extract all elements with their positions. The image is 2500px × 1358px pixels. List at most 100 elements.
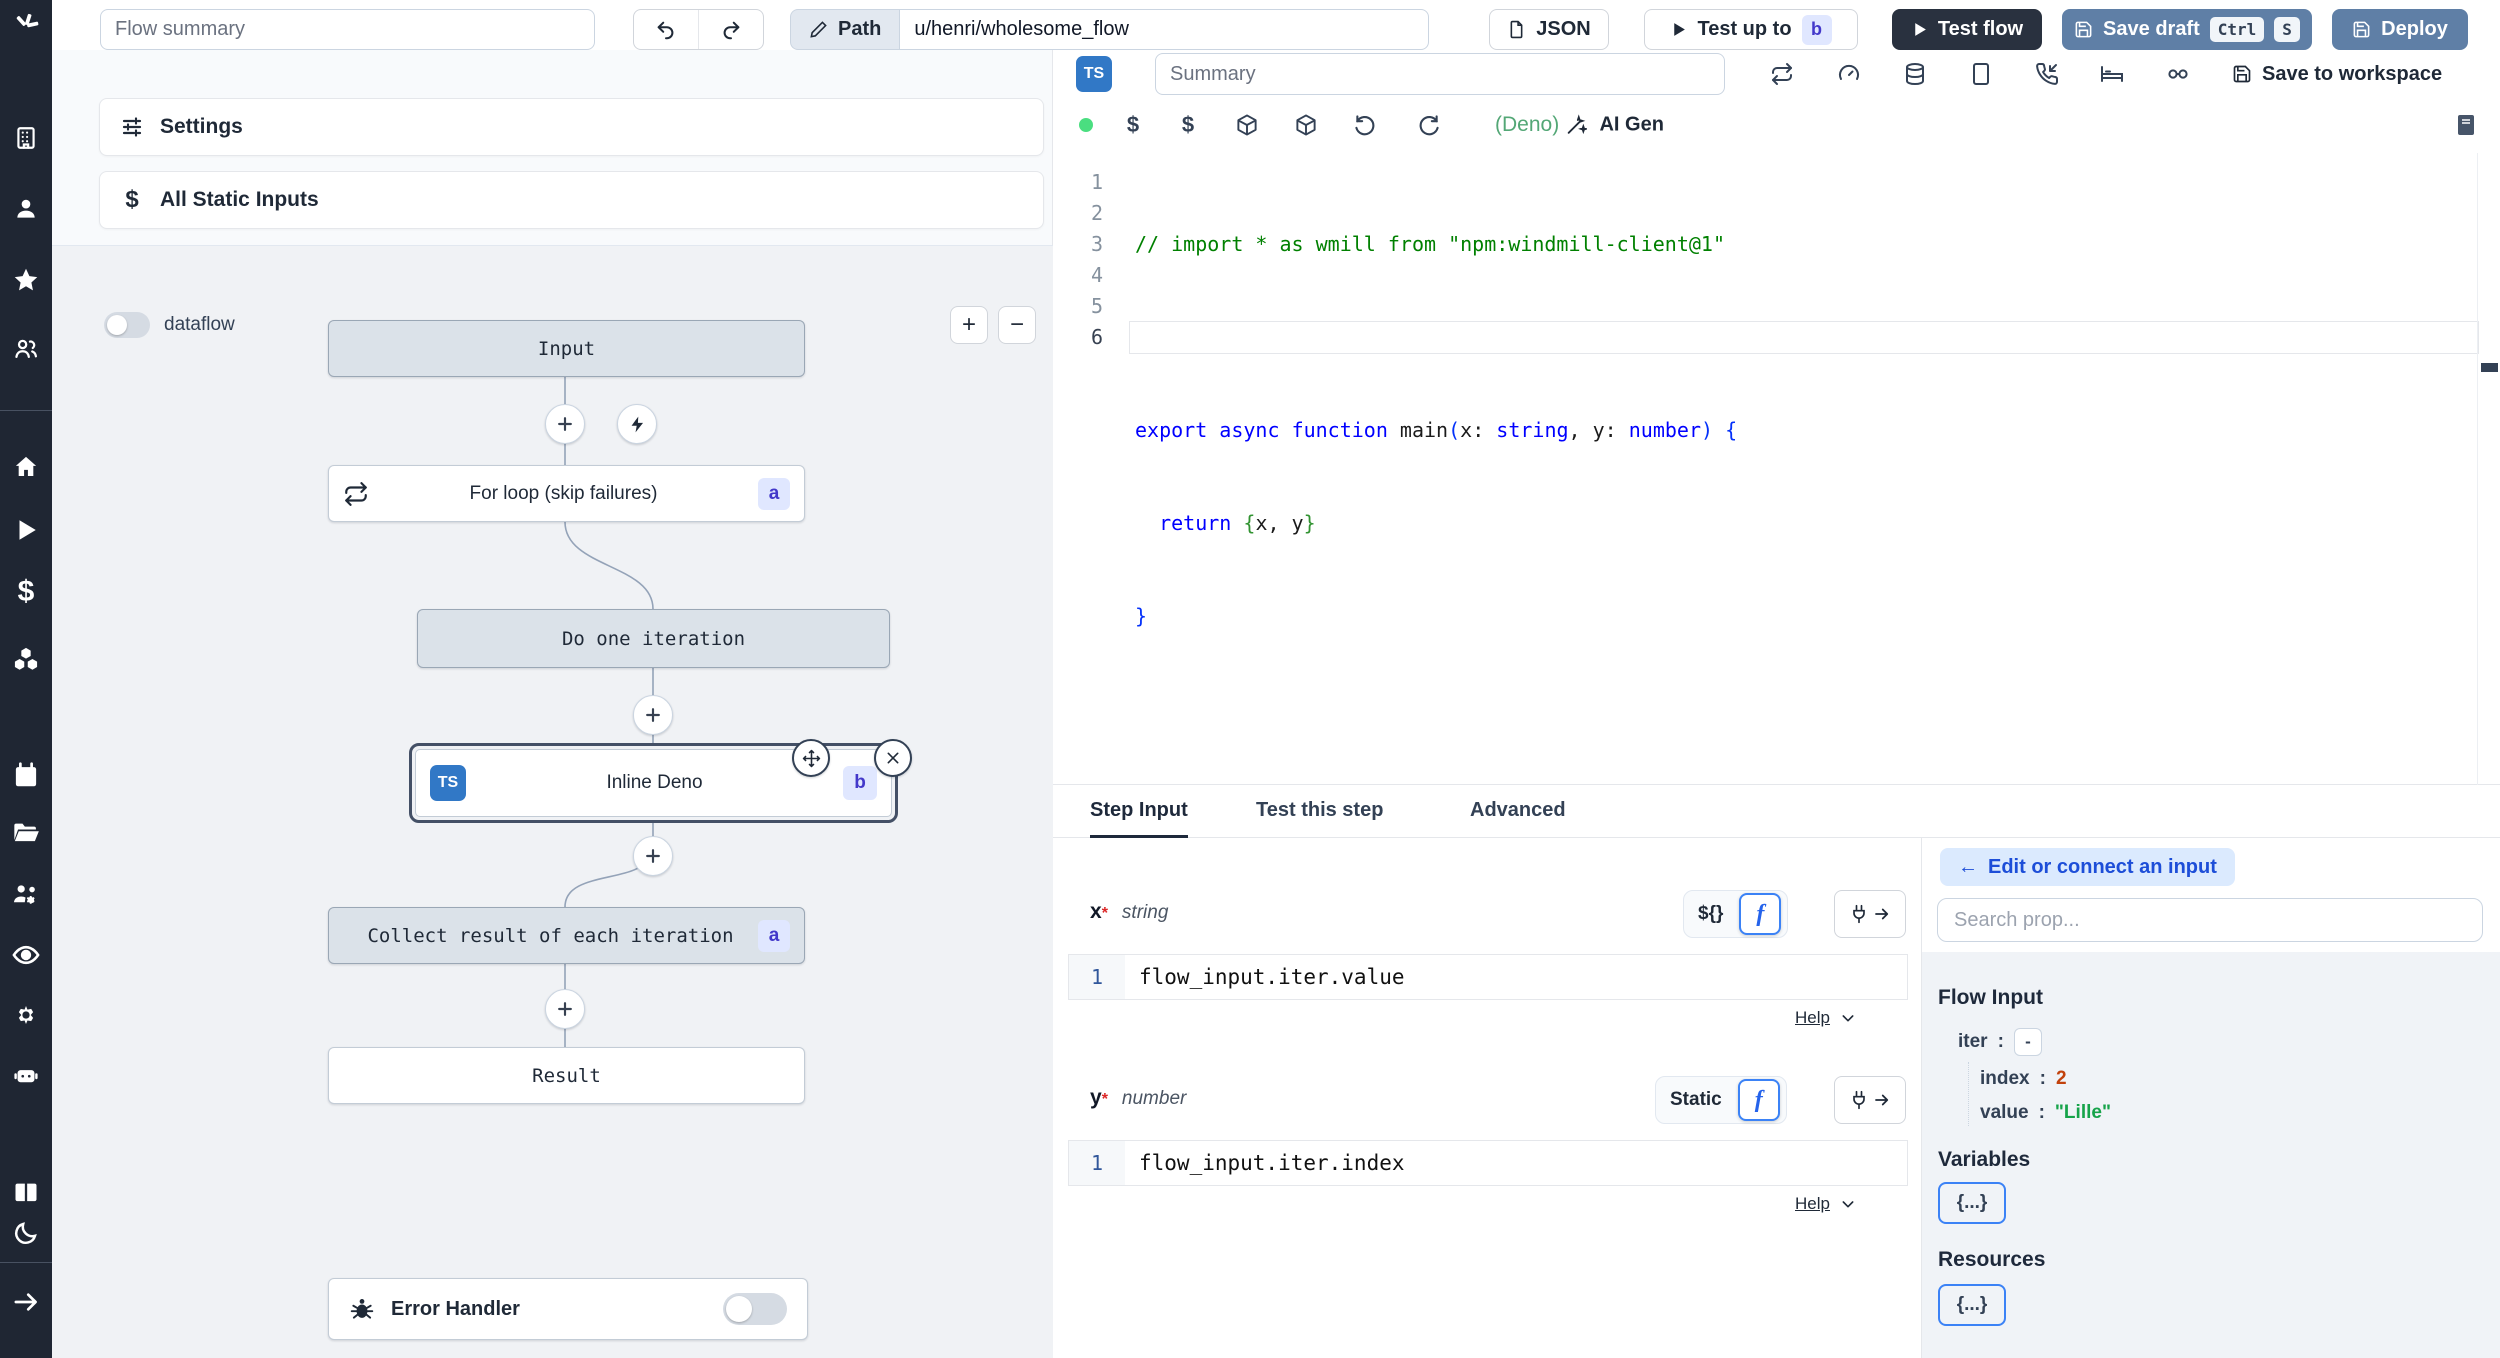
node-for-loop[interactable]: For loop (skip failures) a (328, 465, 805, 522)
trigger-bolt-button[interactable] (617, 404, 657, 444)
tab-test-this-step[interactable]: Test this step (1256, 785, 1383, 835)
timeout-gauge-icon[interactable] (1837, 62, 1861, 86)
close-icon (887, 752, 899, 764)
node-collect-result[interactable]: Collect result of each iteration a (328, 907, 805, 964)
node-result[interactable]: Result (328, 1047, 805, 1104)
x-mode-javascript[interactable]: f (1739, 893, 1782, 935)
package-icon[interactable] (1295, 114, 1318, 137)
redo-button[interactable] (699, 10, 763, 49)
x-mode-template[interactable]: ${} (1690, 903, 1731, 925)
test-flow-button[interactable]: Test flow (1892, 9, 2042, 50)
add-step-button[interactable] (545, 989, 585, 1029)
x-connect-button[interactable] (1834, 890, 1906, 938)
user-icon[interactable] (13, 196, 39, 222)
retries-repeat-icon[interactable] (1770, 62, 1794, 86)
x-help-link[interactable]: Help (1795, 1008, 1856, 1028)
save-draft-button[interactable]: Save draft Ctrl S (2062, 9, 2312, 50)
step-toolbar (1760, 53, 2220, 95)
groups-icon[interactable] (13, 336, 40, 363)
y-expression-editor[interactable]: 1 flow_input.iter.index (1068, 1140, 1908, 1186)
add-step-button[interactable] (633, 836, 673, 876)
zoom-in-button[interactable]: + (950, 306, 988, 344)
node-input[interactable]: Input (328, 320, 805, 377)
props-panel: ← Edit or connect an input Flow Input it… (1921, 838, 2500, 1358)
error-handler-row[interactable]: Error Handler (328, 1278, 808, 1340)
save-to-workspace-button[interactable]: Save to workspace (2232, 53, 2442, 95)
resources-cubes-icon[interactable] (12, 645, 40, 673)
add-step-button[interactable] (633, 695, 673, 735)
suspend-phone-icon[interactable] (2035, 62, 2059, 86)
y-help-link[interactable]: Help (1795, 1194, 1856, 1214)
node-do-one-iteration[interactable]: Do one iteration (417, 609, 890, 668)
error-handler-toggle[interactable] (723, 1293, 787, 1325)
workspace-icon[interactable] (13, 125, 39, 151)
audit-eye-icon[interactable] (12, 941, 41, 970)
search-prop-input[interactable] (1937, 898, 2483, 942)
field-x-label: x* string (1090, 900, 1169, 923)
dark-mode-moon-icon[interactable] (13, 1220, 40, 1247)
zoom-out-button[interactable]: − (998, 306, 1036, 344)
home-icon[interactable] (13, 454, 40, 481)
add-step-button[interactable] (545, 404, 585, 444)
schedules-calendar-icon[interactable] (13, 762, 40, 789)
concurrency-square-icon[interactable] (1970, 62, 1992, 86)
x-expression-editor[interactable]: 1 flow_input.iter.value (1068, 954, 1908, 1000)
overview-ruler[interactable] (2477, 153, 2500, 785)
expand-arrow-icon[interactable] (13, 1289, 40, 1316)
cache-database-icon[interactable] (1903, 62, 1927, 86)
node-badge-a: a (758, 919, 790, 952)
tab-advanced[interactable]: Advanced (1470, 785, 1566, 835)
y-mode-static[interactable]: Static (1662, 1089, 1730, 1111)
iter-collapse-chip: - (2013, 1028, 2042, 1056)
reset-undo-icon[interactable] (1355, 114, 1378, 137)
delete-node-button[interactable] (874, 739, 912, 777)
all-static-inputs-button[interactable]: $ All Static Inputs (99, 171, 1044, 229)
y-connect-button[interactable] (1834, 1076, 1906, 1124)
reload-icon[interactable] (1417, 114, 1440, 137)
path-input[interactable] (899, 9, 1430, 50)
json-button[interactable]: JSON (1489, 9, 1609, 50)
variables-dollar-icon[interactable]: $ (18, 575, 35, 609)
flow-summary-input[interactable] (100, 9, 595, 50)
runs-play-icon[interactable] (13, 517, 39, 543)
tree-row-index[interactable]: index: 2 (1980, 1068, 2067, 1090)
workers-users-gear-icon[interactable] (12, 881, 41, 910)
deno-runtime-label[interactable]: (Deno) (1495, 113, 1559, 137)
plus-icon (646, 708, 660, 722)
context-var-icon[interactable]: $ (1182, 112, 1194, 138)
windmill-flow-editor: $ Flow summary Path u/henri/wholesome_fl… (0, 0, 2500, 1358)
step-summary-input[interactable] (1155, 53, 1725, 95)
chevron-down-icon (1842, 1015, 1854, 1022)
rail-divider-bottom (0, 1262, 52, 1263)
settings-gear-icon[interactable] (12, 1001, 41, 1030)
library-book-icon[interactable] (2455, 113, 2477, 137)
mock-cassette-icon[interactable] (2165, 62, 2191, 86)
deploy-button[interactable]: Deploy (2332, 9, 2468, 50)
variables-object-chip[interactable]: {...} (1938, 1182, 2006, 1224)
code-editor[interactable]: 1 2 3 4 5 6 // import * as wmill from "n… (1053, 153, 2500, 785)
env-var-icon[interactable]: $ (1127, 112, 1139, 138)
y-mode-javascript[interactable]: f (1737, 1079, 1780, 1121)
typescript-icon: TS (1076, 56, 1112, 92)
package-icon[interactable] (1236, 114, 1259, 137)
tab-step-input[interactable]: Step Input (1090, 785, 1188, 838)
undo-button[interactable] (634, 10, 699, 49)
docs-book-icon[interactable] (12, 1179, 40, 1207)
plus-icon (558, 1002, 572, 1016)
test-up-to-button[interactable]: Test up to b (1644, 9, 1858, 50)
chevron-down-icon (1842, 1201, 1854, 1208)
path-button[interactable]: Path (790, 9, 900, 50)
favorites-star-icon[interactable] (13, 267, 40, 294)
ai-robot-icon[interactable] (12, 1061, 41, 1090)
tree-row-value[interactable]: value: "Lille" (1980, 1102, 2111, 1124)
tree-row-iter[interactable]: iter: - (1958, 1028, 2042, 1056)
edit-or-connect-button[interactable]: ← Edit or connect an input (1940, 848, 2235, 886)
folders-icon[interactable] (12, 819, 40, 847)
flow-settings-button[interactable]: Settings (99, 98, 1044, 156)
move-node-handle[interactable] (792, 739, 830, 777)
resources-object-chip[interactable]: {...} (1938, 1284, 2006, 1326)
dataflow-toggle[interactable] (104, 312, 150, 338)
sleep-bed-icon[interactable] (2100, 62, 2124, 86)
ai-gen-button[interactable]: AI Gen (1565, 114, 1664, 137)
windmill-logo-icon[interactable] (11, 11, 41, 41)
